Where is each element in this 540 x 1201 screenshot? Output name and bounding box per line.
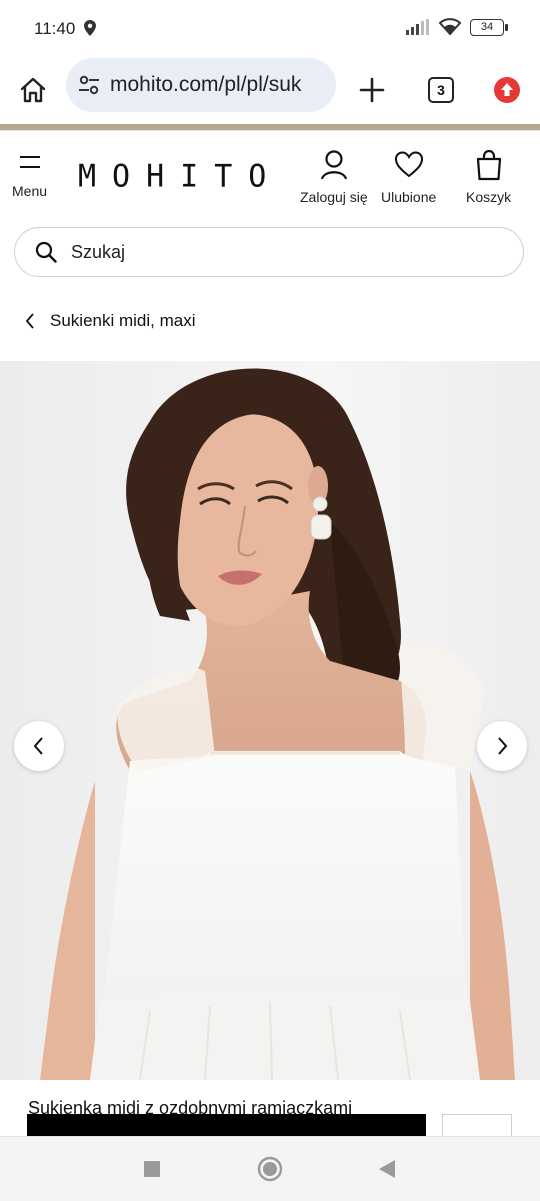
back-nav-icon[interactable] xyxy=(377,1159,397,1179)
search-icon xyxy=(35,241,57,263)
battery-icon: 34 xyxy=(470,18,508,36)
update-button[interactable] xyxy=(481,64,533,116)
tab-count: 3 xyxy=(437,82,445,98)
wifi-icon xyxy=(438,18,462,36)
menu-button[interactable]: Menu xyxy=(12,149,47,199)
status-bar: 11:40 34 xyxy=(0,0,540,58)
chevron-left-icon xyxy=(25,313,34,329)
tabs-icon: 3 xyxy=(428,77,454,103)
tabs-button[interactable]: 3 xyxy=(415,64,467,116)
product-image[interactable] xyxy=(0,361,540,1080)
recents-icon[interactable] xyxy=(143,1160,161,1178)
system-nav-bar xyxy=(0,1136,540,1201)
location-icon xyxy=(84,20,96,36)
home-icon xyxy=(20,77,46,103)
product-option-box[interactable] xyxy=(442,1114,512,1136)
redaction-bar xyxy=(27,1114,426,1136)
new-tab-button[interactable] xyxy=(346,64,398,116)
url-text: mohito.com/pl/pl/suk xyxy=(110,73,302,96)
user-icon xyxy=(320,150,347,180)
product-info: Sukienka midi z ozdobnymi ramiączkami xyxy=(0,1080,540,1136)
prev-image-button[interactable] xyxy=(14,721,64,771)
hamburger-icon xyxy=(19,156,40,168)
search-placeholder: Szukaj xyxy=(71,241,126,262)
breadcrumb-label: Sukienki midi, maxi xyxy=(50,311,196,330)
product-photo-illustration xyxy=(0,361,540,1080)
home-nav-icon[interactable] xyxy=(257,1156,283,1182)
status-time: 11:40 xyxy=(34,19,76,38)
battery-level: 34 xyxy=(480,20,494,33)
next-image-button[interactable] xyxy=(477,721,527,771)
login-button[interactable]: Zaloguj się xyxy=(300,149,368,205)
new-tab-icon xyxy=(359,77,385,103)
menu-label: Menu xyxy=(12,183,48,199)
login-label: Zaloguj się xyxy=(300,189,368,205)
search-input[interactable]: Szukaj xyxy=(14,227,524,277)
browser-toolbar: mohito.com/pl/pl/suk 3 xyxy=(0,58,540,124)
status-icons: 34 xyxy=(406,18,508,36)
address-bar[interactable]: mohito.com/pl/pl/suk xyxy=(66,58,336,112)
site-header: Menu MOHITO Zaloguj się Ulubione Koszyk xyxy=(0,131,540,221)
shopping-bag-icon xyxy=(476,149,501,181)
update-icon xyxy=(494,77,520,103)
chevron-right-icon xyxy=(498,737,508,755)
cart-label: Koszyk xyxy=(466,189,512,205)
breadcrumb[interactable]: Sukienki midi, maxi xyxy=(24,311,196,331)
chevron-left-icon xyxy=(33,737,43,755)
favorites-button[interactable]: Ulubione xyxy=(381,149,436,205)
heart-icon xyxy=(394,151,423,178)
cart-button[interactable]: Koszyk xyxy=(466,149,511,205)
home-button[interactable] xyxy=(7,64,59,116)
mohito-logo[interactable]: MOHITO xyxy=(78,158,282,195)
signal-icon xyxy=(406,19,429,35)
site-settings-icon[interactable] xyxy=(78,74,100,96)
favorites-label: Ulubione xyxy=(381,189,437,205)
